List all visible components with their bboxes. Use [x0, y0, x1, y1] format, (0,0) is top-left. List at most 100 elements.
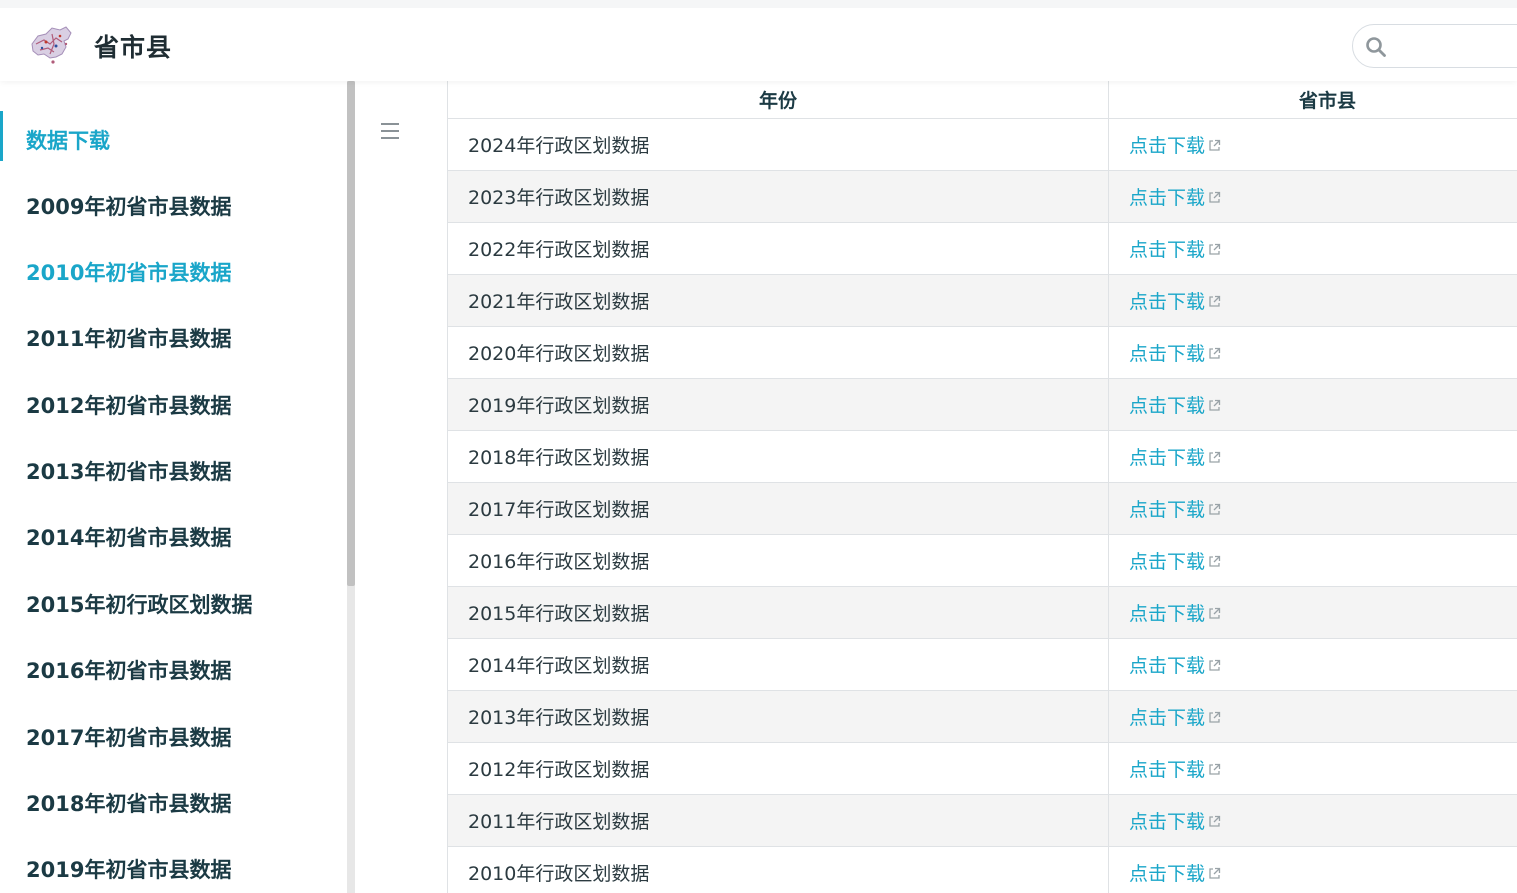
hamburger-menu-icon[interactable] — [381, 123, 401, 143]
download-cell: 点击下载 — [1108, 169, 1517, 223]
download-link[interactable]: 点击下载 — [1129, 551, 1205, 573]
year-cell: 2022年行政区划数据 — [447, 221, 1109, 275]
site-title[interactable]: 省市县 — [94, 28, 172, 64]
download-link[interactable]: 点击下载 — [1129, 863, 1205, 885]
table-row: 2013年行政区划数据 点击下载 — [447, 689, 1517, 743]
download-cell: 点击下载 — [1108, 221, 1517, 275]
year-cell: 2021年行政区划数据 — [447, 273, 1109, 327]
table-row: 2021年行政区划数据 点击下载 — [447, 273, 1517, 327]
year-cell: 2023年行政区划数据 — [447, 169, 1109, 223]
external-link-icon — [1209, 399, 1221, 411]
sidebar-scrollbar-thumb[interactable] — [347, 81, 355, 586]
download-cell: 点击下载 — [1108, 741, 1517, 795]
download-link[interactable]: 点击下载 — [1129, 343, 1205, 365]
external-link-icon — [1209, 139, 1221, 151]
download-cell: 点击下载 — [1108, 845, 1517, 893]
download-link[interactable]: 点击下载 — [1129, 447, 1205, 469]
year-cell: 2015年行政区划数据 — [447, 585, 1109, 639]
external-link-icon — [1209, 815, 1221, 827]
sidebar-item-2012[interactable]: 2012年初省市县数据 — [26, 390, 231, 420]
download-table: 年份 省市县 2024年行政区划数据 点击下载 2023年行政区划数据 点击下载 202… — [447, 81, 1517, 893]
external-link-icon — [1209, 607, 1221, 619]
download-link[interactable]: 点击下载 — [1129, 239, 1205, 261]
download-link[interactable]: 点击下载 — [1129, 499, 1205, 521]
sidebar-scrollbar[interactable] — [347, 81, 355, 893]
external-link-icon — [1209, 659, 1221, 671]
download-link[interactable]: 点击下载 — [1129, 603, 1205, 625]
download-cell: 点击下载 — [1108, 481, 1517, 535]
year-cell: 2018年行政区划数据 — [447, 429, 1109, 483]
download-cell: 点击下载 — [1108, 793, 1517, 847]
external-link-icon — [1209, 555, 1221, 567]
table-row: 2022年行政区划数据 点击下载 — [447, 221, 1517, 275]
table-row: 2015年行政区划数据 点击下载 — [447, 585, 1517, 639]
year-cell: 2019年行政区划数据 — [447, 377, 1109, 431]
table-body: 2024年行政区划数据 点击下载 2023年行政区划数据 点击下载 2022年行政区划数… — [447, 117, 1517, 893]
table-row: 2011年行政区划数据 点击下载 — [447, 793, 1517, 847]
sidebar-item-2018[interactable]: 2018年初省市县数据 — [26, 788, 231, 818]
column-header-region: 省市县 — [1108, 81, 1517, 119]
external-link-icon — [1209, 711, 1221, 723]
download-link[interactable]: 点击下载 — [1129, 291, 1205, 313]
download-cell: 点击下载 — [1108, 117, 1517, 171]
active-indicator — [0, 111, 3, 161]
sidebar-item-2011[interactable]: 2011年初省市县数据 — [26, 323, 231, 353]
column-header-year: 年份 — [447, 81, 1109, 119]
external-link-icon — [1209, 191, 1221, 203]
table-row: 2023年行政区划数据 点击下载 — [447, 169, 1517, 223]
download-link[interactable]: 点击下载 — [1129, 187, 1205, 209]
table-row: 2016年行政区划数据 点击下载 — [447, 533, 1517, 587]
sidebar-item-2017[interactable]: 2017年初省市县数据 — [26, 722, 231, 752]
download-link[interactable]: 点击下载 — [1129, 395, 1205, 417]
year-cell: 2016年行政区划数据 — [447, 533, 1109, 587]
download-cell: 点击下载 — [1108, 273, 1517, 327]
external-link-icon — [1209, 243, 1221, 255]
china-map-logo-icon[interactable] — [26, 24, 74, 70]
external-link-icon — [1209, 763, 1221, 775]
sidebar-item-2016[interactable]: 2016年初省市县数据 — [26, 655, 231, 685]
external-link-icon — [1209, 867, 1221, 879]
table-row: 2024年行政区划数据 点击下载 — [447, 117, 1517, 171]
download-link[interactable]: 点击下载 — [1129, 811, 1205, 833]
table-row: 2018年行政区划数据 点击下载 — [447, 429, 1517, 483]
sidebar-item-2013[interactable]: 2013年初省市县数据 — [26, 456, 231, 486]
table-row: 2019年行政区划数据 点击下载 — [447, 377, 1517, 431]
sidebar-item-2010[interactable]: 2010年初省市县数据 — [26, 257, 231, 287]
table-row: 2017年行政区划数据 点击下载 — [447, 481, 1517, 535]
download-cell: 点击下载 — [1108, 325, 1517, 379]
download-cell: 点击下载 — [1108, 533, 1517, 587]
search-icon[interactable] — [1365, 36, 1387, 58]
external-link-icon — [1209, 451, 1221, 463]
year-cell: 2010年行政区划数据 — [447, 845, 1109, 893]
download-cell: 点击下载 — [1108, 377, 1517, 431]
external-link-icon — [1209, 347, 1221, 359]
top-bar: 省市县 — [0, 0, 1517, 81]
year-cell: 2011年行政区划数据 — [447, 793, 1109, 847]
table-row: 2014年行政区划数据 点击下载 — [447, 637, 1517, 691]
download-cell: 点击下载 — [1108, 637, 1517, 691]
download-cell: 点击下载 — [1108, 585, 1517, 639]
sidebar-item-2015[interactable]: 2015年初行政区划数据 — [26, 589, 252, 619]
year-cell: 2020年行政区划数据 — [447, 325, 1109, 379]
year-cell: 2014年行政区划数据 — [447, 637, 1109, 691]
download-link[interactable]: 点击下载 — [1129, 759, 1205, 781]
table-row: 2020年行政区划数据 点击下载 — [447, 325, 1517, 379]
download-table-container: 年份 省市县 2024年行政区划数据 点击下载 2023年行政区划数据 点击下载 202… — [447, 81, 1517, 893]
download-link[interactable]: 点击下载 — [1129, 655, 1205, 677]
external-link-icon — [1209, 295, 1221, 307]
download-link[interactable]: 点击下载 — [1129, 135, 1205, 157]
external-link-icon — [1209, 503, 1221, 515]
sidebar-item-2019[interactable]: 2019年初省市县数据 — [26, 854, 231, 884]
year-cell: 2024年行政区划数据 — [447, 117, 1109, 171]
sidebar-item-2014[interactable]: 2014年初省市县数据 — [26, 522, 231, 552]
sidebar-item-2009[interactable]: 2009年初省市县数据 — [26, 191, 231, 221]
download-cell: 点击下载 — [1108, 689, 1517, 743]
search-input[interactable] — [1393, 33, 1517, 59]
table-row: 2010年行政区划数据 点击下载 — [447, 845, 1517, 893]
download-cell: 点击下载 — [1108, 429, 1517, 483]
search-box[interactable] — [1352, 24, 1517, 68]
sidebar: 数据下载 2009年初省市县数据 2010年初省市县数据 2011年初省市县数据… — [0, 81, 356, 893]
table-header-row: 年份 省市县 — [447, 81, 1517, 119]
download-link[interactable]: 点击下载 — [1129, 707, 1205, 729]
sidebar-item-data-download[interactable]: 数据下载 — [26, 125, 110, 155]
